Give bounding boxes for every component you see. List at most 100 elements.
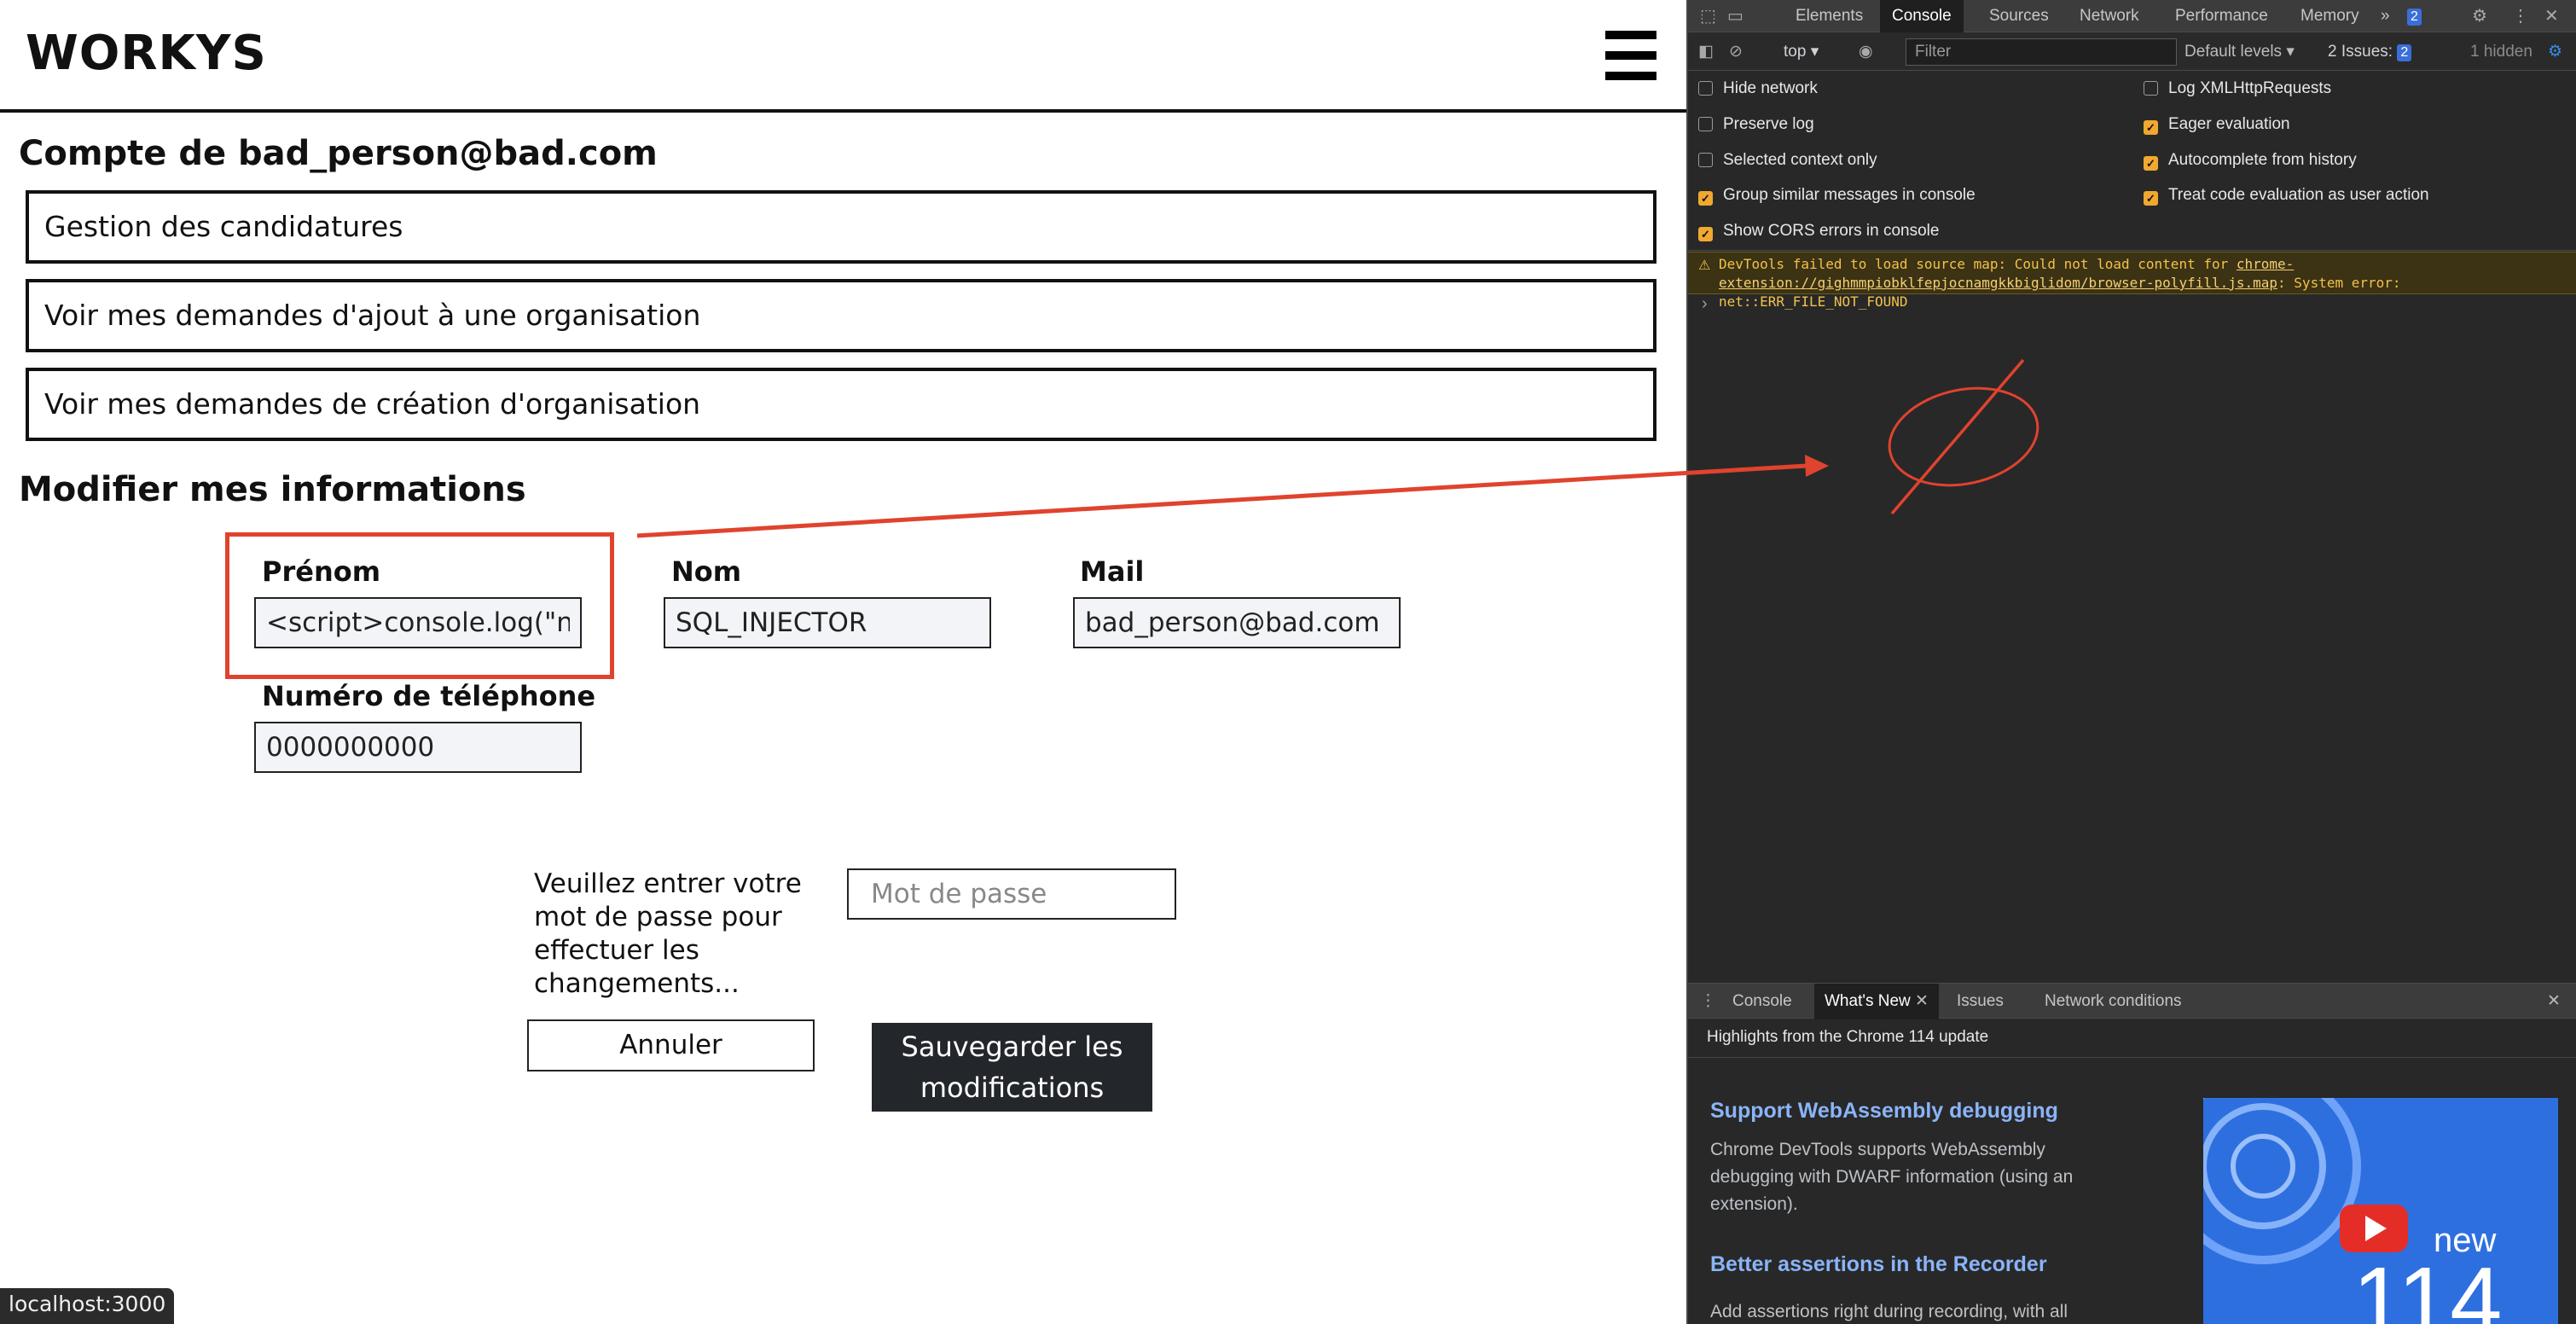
checkbox-checked[interactable]: ✓ xyxy=(1698,227,1713,241)
console-prompt[interactable]: › xyxy=(1702,294,1708,314)
issues-counter-label: 2 Issues: xyxy=(2328,43,2393,61)
phone-input[interactable] xyxy=(254,722,582,773)
tab-elements[interactable]: Elements xyxy=(1796,0,1863,32)
lastname-label: Nom xyxy=(671,555,742,588)
whats-new-item-title[interactable]: Support WebAssembly debugging xyxy=(1710,1099,2058,1124)
option-log-xhr[interactable]: Log XMLHttpRequests xyxy=(2144,78,2331,99)
tab-network[interactable]: Network xyxy=(2080,0,2139,32)
checkbox[interactable] xyxy=(1698,81,1713,96)
logo[interactable]: WORKYS xyxy=(26,26,267,81)
option-show-cors[interactable]: ✓ Show CORS errors in console xyxy=(1698,221,1939,241)
option-label: Group similar messages in console xyxy=(1723,186,1976,204)
clear-console-icon[interactable]: ⊘ xyxy=(1729,33,1743,71)
checkbox-checked[interactable]: ✓ xyxy=(1698,191,1713,206)
password-prompt: Veuillez entrer votre mot de passe pour … xyxy=(534,868,802,999)
filter-input[interactable] xyxy=(1906,38,2177,66)
drawer-tab-network-conditions[interactable]: Network conditions xyxy=(2045,984,2182,1019)
organisation-join-requests-button[interactable]: Voir mes demandes d'ajout à une organisa… xyxy=(26,279,1656,352)
whats-new-item-body: Chrome DevTools supports WebAssembly deb… xyxy=(1710,1140,2074,1214)
option-label: Eager evaluation xyxy=(2168,115,2290,133)
chrome-update-video-thumbnail[interactable]: new 114 xyxy=(2203,1098,2558,1324)
save-button[interactable]: Sauvegarder les modifications xyxy=(872,1023,1152,1112)
tab-performance[interactable]: Performance xyxy=(2175,0,2268,32)
close-tab-icon[interactable]: ✕ xyxy=(1915,992,1929,1010)
context-select[interactable]: top ▾ xyxy=(1784,33,1819,71)
issues-counter[interactable]: 2 Issues: 2 xyxy=(2328,33,2412,71)
option-label: Log XMLHttpRequests xyxy=(2168,79,2332,97)
phone-label: Numéro de téléphone xyxy=(262,680,596,712)
option-eager-eval[interactable]: ✓ Eager evaluation xyxy=(2144,114,2290,135)
drawer-tab-console[interactable]: Console xyxy=(1732,984,1792,1019)
close-drawer-icon[interactable]: ✕ xyxy=(2547,984,2561,1019)
option-label: Selected context only xyxy=(1723,151,1877,169)
option-label: Preserve log xyxy=(1723,115,1814,133)
whats-new-panel: Highlights from the Chrome 114 update Su… xyxy=(1688,1019,2576,1324)
console-settings-icon[interactable]: ⚙ xyxy=(2548,33,2562,71)
option-hide-network[interactable]: Hide network xyxy=(1698,78,1818,99)
whats-new-item-title[interactable]: Better assertions in the Recorder xyxy=(1710,1252,2047,1277)
password-input[interactable] xyxy=(847,868,1176,920)
checkbox-checked[interactable]: ✓ xyxy=(2144,156,2158,171)
menu-icon-bar xyxy=(1605,72,1656,80)
status-url: localhost:3000 xyxy=(0,1288,175,1324)
annotation-highlight-box xyxy=(225,532,614,679)
checkbox-checked[interactable]: ✓ xyxy=(2144,191,2158,206)
option-label: Treat code evaluation as user action xyxy=(2168,186,2429,204)
gear-icon[interactable]: ⚙ xyxy=(2472,0,2487,32)
device-toolbar-icon[interactable]: ▭ xyxy=(1727,0,1743,32)
edit-info-title: Modifier mes informations xyxy=(19,470,526,509)
checkbox[interactable] xyxy=(1698,117,1713,131)
console-settings: Hide network Preserve log Selected conte… xyxy=(1688,72,2576,251)
more-tabs-icon[interactable]: » xyxy=(2381,0,2390,32)
option-treat-user-action[interactable]: ✓ Treat code evaluation as user action xyxy=(2144,185,2429,206)
menu-icon-bar xyxy=(1605,51,1656,60)
option-label: Show CORS errors in console xyxy=(1723,222,1940,240)
mail-label: Mail xyxy=(1080,555,1145,588)
option-autocomplete[interactable]: ✓ Autocomplete from history xyxy=(2144,150,2357,171)
drawer-menu-icon[interactable]: ⋮ xyxy=(1700,984,1716,1019)
log-levels-value: Default levels xyxy=(2184,43,2283,61)
warning-icon: ⚠ xyxy=(1698,257,1711,273)
issues-badge[interactable]: 2 xyxy=(2407,0,2422,32)
lastname-input[interactable] xyxy=(664,597,991,648)
inspect-element-icon[interactable]: ⬚ xyxy=(1700,0,1716,32)
web-app: WORKYS Compte de bad_person@bad.com Gest… xyxy=(0,0,1686,1324)
option-label: Autocomplete from history xyxy=(2168,151,2357,169)
sidebar-toggle-icon[interactable]: ◧ xyxy=(1698,33,1714,71)
log-levels-select[interactable]: Default levels ▾ xyxy=(2184,33,2295,71)
context-select-value: top xyxy=(1784,43,1807,61)
drawer-tab-whats-new[interactable]: What's New ✕ xyxy=(1814,984,1939,1019)
thumbnail-version-text: 114 xyxy=(2353,1248,2502,1324)
kebab-menu-icon[interactable]: ⋮ xyxy=(2512,0,2529,32)
eye-icon[interactable]: ◉ xyxy=(1859,33,1873,71)
whats-new-item-body: Add assertions right during recording, w… xyxy=(1710,1302,2068,1321)
tab-console[interactable]: Console xyxy=(1880,0,1964,32)
organisation-creation-requests-button[interactable]: Voir mes demandes de création d'organisa… xyxy=(26,368,1656,441)
close-icon[interactable]: ✕ xyxy=(2544,0,2559,32)
whats-new-highlights: Highlights from the Chrome 114 update xyxy=(1707,1028,1989,1046)
option-selected-context[interactable]: Selected context only xyxy=(1698,150,1877,171)
manage-applications-button[interactable]: Gestion des candidatures xyxy=(26,190,1656,264)
tab-memory[interactable]: Memory xyxy=(2300,0,2359,32)
checkbox[interactable] xyxy=(2144,81,2158,96)
drawer-tab-issues[interactable]: Issues xyxy=(1957,984,2004,1019)
console-warning: ⚠ DevTools failed to load source map: Co… xyxy=(1688,252,2576,310)
checkbox-checked[interactable]: ✓ xyxy=(2144,120,2158,135)
warning-text: DevTools failed to load source map: Coul… xyxy=(1719,256,2237,272)
issues-counter-count: 2 xyxy=(2397,44,2412,61)
account-title: Compte de bad_person@bad.com xyxy=(19,134,658,173)
drawer-tab-label: What's New xyxy=(1825,992,1911,1010)
tab-sources[interactable]: Sources xyxy=(1989,0,2049,32)
option-group-similar[interactable]: ✓ Group similar messages in console xyxy=(1698,185,1976,206)
menu-icon[interactable] xyxy=(1605,31,1656,80)
issues-badge-count: 2 xyxy=(2407,9,2422,26)
cancel-button[interactable]: Annuler xyxy=(527,1019,815,1071)
devtools-tabbar: ⬚ ▭ Elements Console Sources Network Per… xyxy=(1688,0,2576,32)
checkbox[interactable] xyxy=(1698,153,1713,167)
menu-icon-bar xyxy=(1605,31,1656,39)
option-label: Hide network xyxy=(1723,79,1818,97)
option-preserve-log[interactable]: Preserve log xyxy=(1698,114,1814,135)
hidden-count: 1 hidden xyxy=(2470,43,2532,61)
drawer-tabbar: ⋮ Console What's New ✕ Issues Network co… xyxy=(1688,983,2576,1019)
mail-input[interactable] xyxy=(1073,597,1401,648)
